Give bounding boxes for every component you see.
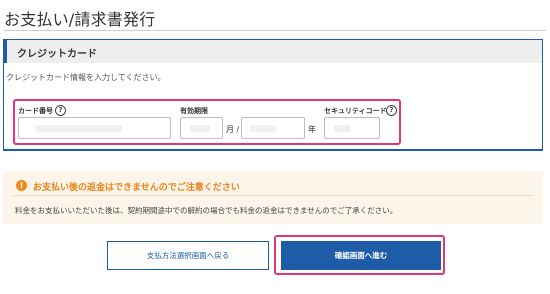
expiry-label: 有効期限 <box>180 107 208 115</box>
security-code-label: セキュリティコード <box>324 107 387 115</box>
security-code-input[interactable] <box>324 117 380 139</box>
expiry-year-input[interactable] <box>241 117 305 139</box>
card-instructions: クレジットカード情報を入力してください。 <box>6 73 166 82</box>
back-to-payment-method-button[interactable]: 支払方法選択画面へ戻る <box>107 241 269 270</box>
title-divider <box>4 30 546 31</box>
question-circle-icon[interactable]: ? <box>386 105 397 116</box>
card-number-input[interactable] <box>18 117 171 139</box>
exclamation-circle-icon: ! <box>16 180 27 191</box>
credit-card-section-header: クレジットカード <box>4 40 542 63</box>
masked-value <box>189 125 211 132</box>
page-title: お支払い/請求書発行 <box>4 10 156 29</box>
masked-value <box>250 125 276 132</box>
masked-value <box>35 125 123 132</box>
question-circle-icon[interactable]: ? <box>55 105 66 116</box>
notice-title: お支払い後の返金はできませんのでご注意ください <box>33 183 240 193</box>
card-number-label: カード番号 <box>18 107 53 115</box>
expiry-month-input[interactable] <box>180 117 223 139</box>
section-title: クレジットカード <box>17 49 97 60</box>
proceed-to-confirm-button[interactable]: 確認画面へ進む <box>281 241 441 270</box>
notice-body: 料金をお支払いいただいた後は、契約期間途中での解約の場合でも料金の返金はできませ… <box>15 206 398 215</box>
masked-value <box>333 125 351 132</box>
year-unit: 年 <box>308 125 316 134</box>
notice-divider <box>13 195 533 196</box>
month-unit: 月 / <box>226 125 240 134</box>
refund-notice <box>3 171 543 224</box>
